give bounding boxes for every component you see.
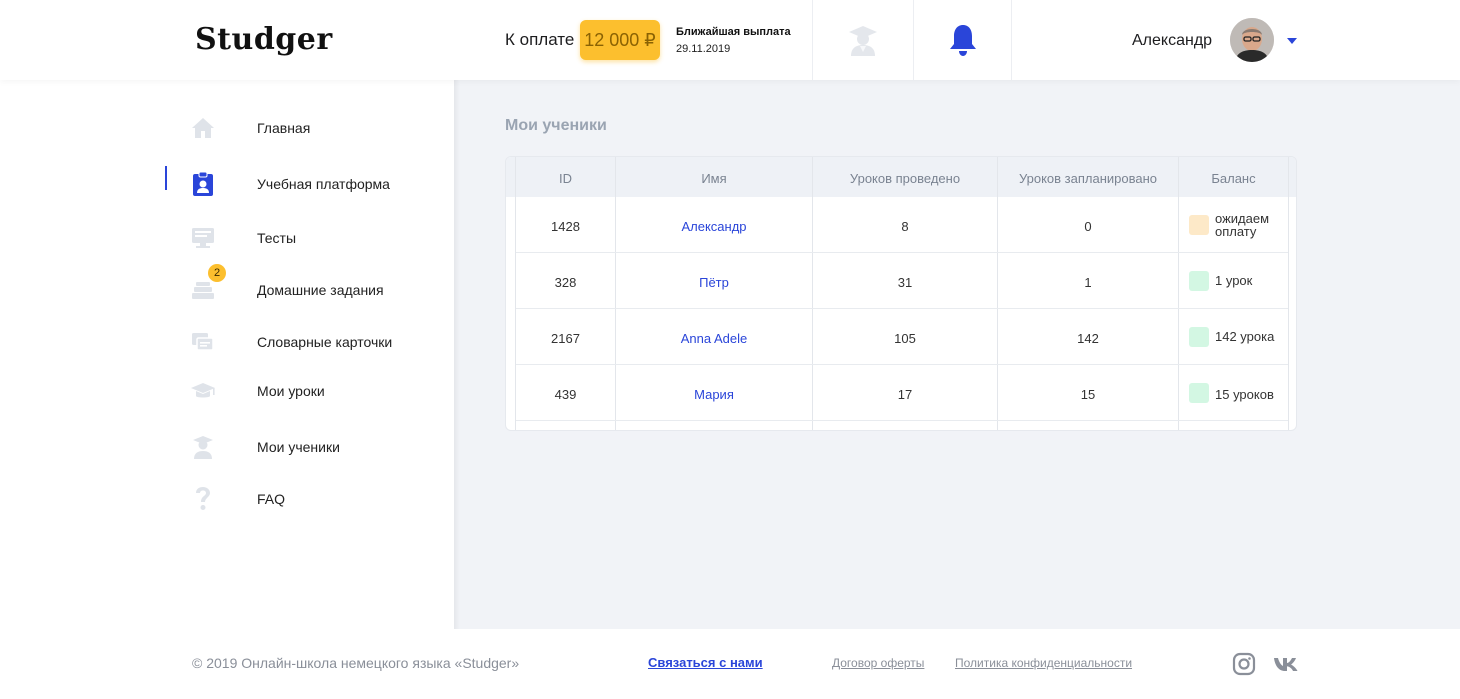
privacy-policy-link[interactable]: Политика конфиденциальности	[955, 656, 1132, 670]
sidebar-item-homework[interactable]: 2 Домашние задания	[165, 264, 454, 310]
sidebar-item-label: Мои уроки	[257, 383, 325, 399]
balance-status-indicator	[1189, 271, 1209, 291]
row-divider	[516, 252, 1288, 253]
balance-text: 142 урока	[1215, 329, 1275, 344]
offer-agreement-link[interactable]: Договор оферты	[832, 656, 924, 670]
vk-icon[interactable]	[1273, 651, 1299, 677]
cell-lessons-planned: 0	[1084, 219, 1092, 234]
cell-lessons-planned: 142	[1077, 331, 1099, 346]
sidebar-item-label: Словарные карточки	[257, 334, 393, 350]
payment-amount-badge: 12 000 ₽	[580, 20, 660, 60]
payment-label: К оплате	[505, 30, 575, 49]
student-name-link[interactable]: Александр	[616, 219, 812, 234]
column-header-lessons-done[interactable]: Уроков проведено	[813, 171, 997, 186]
sidebar-item-learning-platform[interactable]: Учебная платформа	[165, 164, 454, 204]
column-divider	[1288, 157, 1289, 430]
home-icon	[190, 114, 216, 142]
student-name-link[interactable]: Пётр	[616, 275, 812, 290]
column-header-id[interactable]: ID	[516, 171, 615, 186]
balance-status-indicator	[1189, 215, 1209, 235]
row-divider	[516, 420, 1288, 421]
sidebar-item-tests[interactable]: Тесты	[165, 218, 454, 258]
cell-lessons-done: 17	[897, 387, 913, 402]
cell-id: 439	[554, 387, 577, 402]
contact-us-link[interactable]: Связаться с нами	[648, 655, 763, 670]
sidebar-item-label: Мои ученики	[257, 439, 340, 455]
top-header: Studger К оплате 12 000 ₽ Ближайшая выпл…	[0, 0, 1460, 80]
students-table: ID Имя Уроков проведено Уроков запланиро…	[505, 156, 1297, 431]
student-icon	[190, 433, 216, 461]
chevron-down-icon[interactable]	[1287, 38, 1297, 44]
column-header-lessons-planned[interactable]: Уроков запланировано	[998, 171, 1178, 186]
balance-text: оплату	[1215, 224, 1257, 239]
copyright-text: © 2019 Онлайн-школа немецкого языка «Stu…	[192, 655, 520, 671]
sidebar-item-label: Домашние задания	[257, 282, 384, 298]
cards-icon	[190, 328, 216, 356]
sidebar-item-label: Тесты	[257, 230, 297, 246]
sidebar-item-my-students[interactable]: Мои ученики	[165, 427, 454, 467]
next-payout-date: 29.11.2019	[676, 43, 731, 55]
question-icon	[190, 485, 216, 513]
header-divider	[913, 0, 914, 80]
clipboard-user-icon	[190, 170, 216, 198]
page-title: Мои ученики	[505, 117, 607, 134]
column-header-balance[interactable]: Баланс	[1179, 171, 1288, 186]
cell-id: 2167	[551, 331, 580, 346]
balance-status-indicator	[1189, 327, 1209, 347]
sidebar-item-label: Учебная платформа	[257, 176, 390, 192]
sidebar-item-label: Главная	[257, 120, 311, 136]
instagram-icon[interactable]	[1231, 651, 1257, 677]
student-name-link[interactable]: Мария	[616, 387, 812, 402]
balance-status-indicator	[1189, 383, 1209, 403]
logo[interactable]: Studger	[195, 22, 333, 57]
cell-lessons-done: 8	[901, 219, 909, 234]
cell-lessons-done: 31	[897, 275, 913, 290]
cell-lessons-done: 105	[894, 331, 916, 346]
cell-id: 1428	[551, 219, 580, 234]
cell-id: 328	[554, 275, 577, 290]
balance-text: 15 уроков	[1215, 387, 1274, 402]
sidebar-item-label: FAQ	[257, 491, 286, 507]
next-payout-title: Ближайшая выплата	[676, 26, 791, 38]
header-divider	[812, 0, 813, 80]
graduation-cap-icon	[190, 377, 216, 405]
footer: © 2019 Онлайн-школа немецкого языка «Stu…	[0, 629, 1460, 699]
sidebar-item-faq[interactable]: FAQ	[165, 479, 454, 519]
monitor-icon	[190, 224, 216, 252]
column-header-name[interactable]: Имя	[616, 171, 812, 186]
column-divider	[1178, 157, 1179, 430]
balance-text: 1 урок	[1215, 273, 1253, 288]
user-name[interactable]: Александр	[1132, 32, 1212, 50]
sidebar-shadow	[454, 80, 460, 629]
student-name-link[interactable]: Anna Adele	[616, 331, 812, 346]
active-indicator	[165, 166, 167, 190]
cell-lessons-planned: 1	[1084, 275, 1092, 290]
cell-lessons-planned: 15	[1080, 387, 1096, 402]
bell-icon[interactable]	[946, 22, 980, 58]
student-profile-icon[interactable]	[846, 22, 880, 58]
avatar[interactable]	[1230, 18, 1274, 62]
sidebar-item-my-lessons[interactable]: Мои уроки	[165, 371, 454, 411]
homework-count-badge: 2	[208, 264, 226, 282]
header-divider	[1011, 0, 1012, 80]
sidebar-item-flashcards[interactable]: Словарные карточки	[165, 322, 454, 362]
sidebar-item-home[interactable]: Главная	[165, 108, 454, 148]
row-divider	[516, 364, 1288, 365]
row-divider	[516, 308, 1288, 309]
